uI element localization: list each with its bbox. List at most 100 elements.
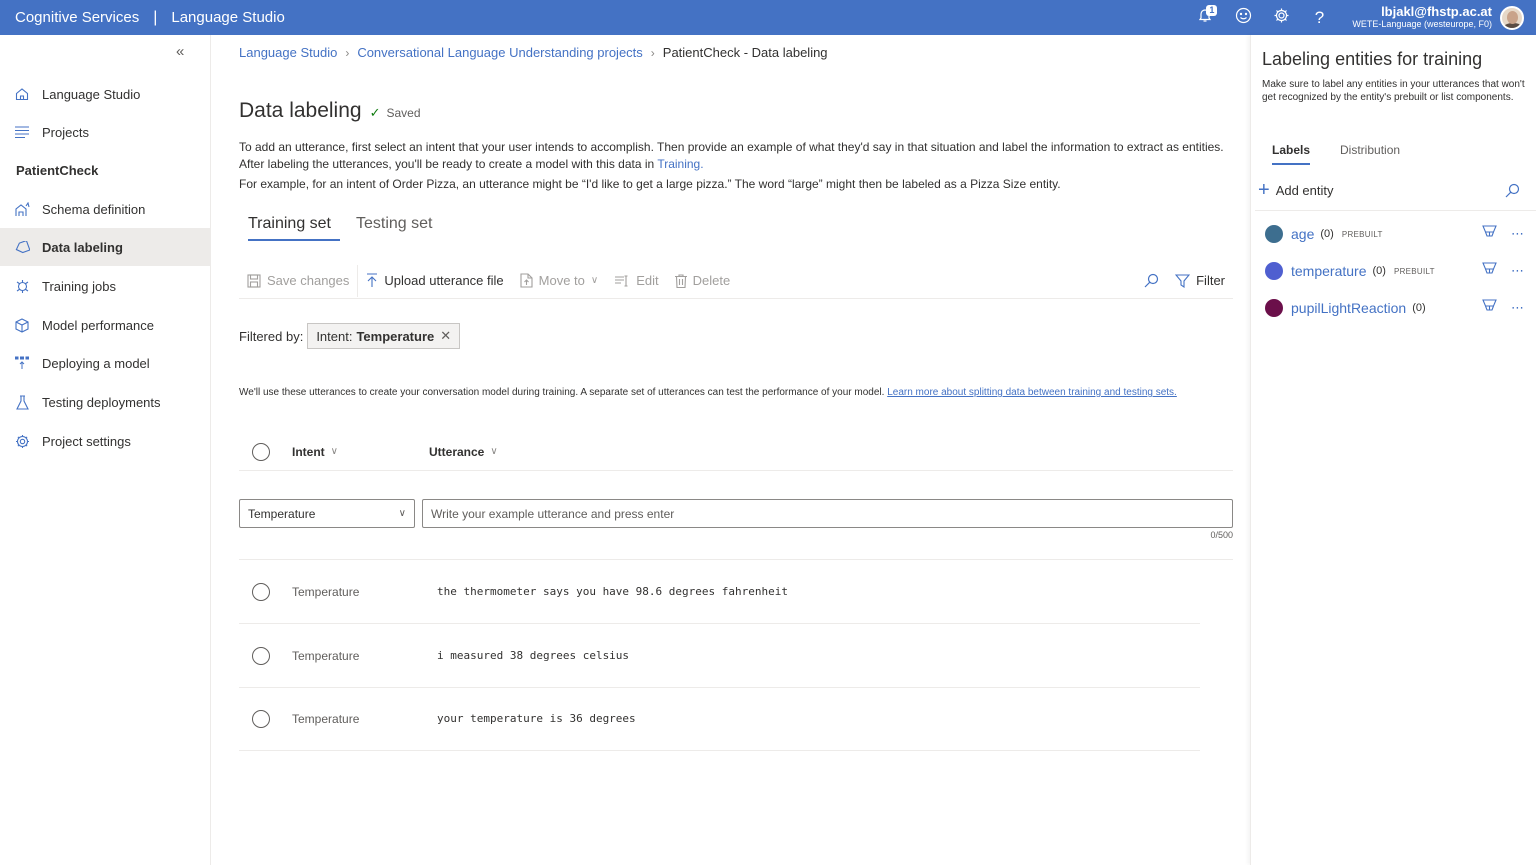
- save-changes-label: Save changes: [267, 273, 350, 288]
- sidebar-item-training-jobs[interactable]: Training jobs: [0, 267, 210, 305]
- entity-name[interactable]: temperature: [1291, 263, 1366, 279]
- edit-icon: [614, 274, 630, 287]
- entity-color-swatch: [1265, 225, 1283, 243]
- sidebar-item-label: Data labeling: [42, 239, 123, 255]
- tag-icon: [14, 240, 30, 254]
- table-row[interactable]: Temperature the thermometer says you hav…: [239, 560, 1200, 624]
- sidebar-item-language-studio[interactable]: Language Studio: [0, 75, 210, 113]
- tab-training-set[interactable]: Training set: [239, 213, 340, 241]
- filter-summary: Filtered by: Intent: Temperature ✕: [239, 323, 461, 349]
- filtered-by-label: Filtered by:: [239, 328, 304, 344]
- sidebar-item-label: Language Studio: [42, 86, 141, 102]
- move-to-button[interactable]: Move to ∨: [512, 265, 607, 297]
- filter-chip[interactable]: Intent: Temperature ✕: [307, 323, 461, 349]
- deploy-icon: [14, 356, 30, 370]
- row-utterance[interactable]: i measured 38 degrees celsius: [437, 649, 629, 662]
- upload-label: Upload utterance file: [384, 273, 504, 288]
- gear-icon: [1273, 7, 1290, 29]
- more-options-icon[interactable]: ⋯: [1511, 263, 1525, 279]
- entity-item[interactable]: pupilLightReaction (0) ⋯: [1265, 296, 1525, 320]
- row-select-radio[interactable]: [252, 646, 270, 665]
- entity-tag: PREBUILT: [1341, 229, 1383, 239]
- save-changes-button[interactable]: Save changes: [239, 265, 357, 297]
- cube-icon: [14, 317, 30, 333]
- panel-tabs: Labels Distribution: [1262, 141, 1420, 165]
- sidebar-item-model-performance[interactable]: Model performance: [0, 306, 210, 344]
- add-entity-button[interactable]: + Add entity: [1258, 179, 1334, 201]
- table-row[interactable]: Temperature i measured 38 degrees celsiu…: [239, 624, 1200, 688]
- cart-icon[interactable]: [1482, 225, 1497, 243]
- training-link[interactable]: Training.: [657, 157, 703, 171]
- entity-name[interactable]: age: [1291, 226, 1314, 242]
- column-header-intent[interactable]: Intent ∨: [292, 445, 338, 459]
- upload-utterance-file-button[interactable]: Upload utterance file: [358, 265, 511, 297]
- column-header-utterance[interactable]: Utterance ∨: [429, 445, 498, 459]
- chevron-right-icon: ›: [345, 45, 350, 60]
- schema-icon: [14, 201, 30, 217]
- help-icon: ?: [1314, 7, 1325, 27]
- sidebar-item-schema-definition[interactable]: Schema definition: [0, 190, 210, 228]
- sidebar-item-label: Testing deployments: [42, 394, 161, 410]
- utterance-input[interactable]: [422, 499, 1233, 528]
- delete-button[interactable]: Delete: [667, 265, 739, 297]
- save-status-text: Saved: [386, 106, 421, 120]
- filter-chip-value: Temperature: [356, 328, 435, 344]
- list-icon: [14, 126, 30, 138]
- breadcrumb-language-studio[interactable]: Language Studio: [239, 45, 337, 60]
- search-icon[interactable]: [1505, 183, 1520, 203]
- row-select-radio[interactable]: [252, 709, 270, 728]
- tab-distribution[interactable]: Distribution: [1330, 141, 1410, 165]
- cart-icon[interactable]: [1482, 262, 1497, 280]
- brand-name[interactable]: Cognitive Services: [15, 9, 139, 26]
- more-options-icon[interactable]: ⋯: [1511, 226, 1525, 242]
- entity-count: (0): [1320, 228, 1334, 240]
- sidebar-item-testing-deployments[interactable]: Testing deployments: [0, 383, 210, 421]
- row-utterance[interactable]: the thermometer says you have 98.6 degre…: [437, 585, 788, 598]
- notifications-button[interactable]: 1: [1186, 0, 1224, 35]
- select-all-radio[interactable]: [252, 442, 270, 461]
- sidebar-item-project-settings[interactable]: Project settings: [0, 422, 210, 460]
- search-button[interactable]: [1136, 265, 1167, 297]
- character-counter: 0/500: [1210, 530, 1233, 540]
- entity-name[interactable]: pupilLightReaction: [1291, 300, 1406, 316]
- checkmark-icon: ✓: [369, 105, 381, 120]
- user-account[interactable]: lbjakl@fhstp.ac.at WETE-Language (westeu…: [1352, 5, 1492, 31]
- intent-dropdown[interactable]: Temperature ∨: [239, 499, 415, 528]
- breadcrumb-clu-projects[interactable]: Conversational Language Understanding pr…: [357, 45, 642, 60]
- plus-icon: +: [1258, 179, 1270, 201]
- tab-labels[interactable]: Labels: [1262, 141, 1320, 165]
- help-button[interactable]: ?: [1300, 0, 1338, 35]
- table-header: Intent ∨ Utterance ∨: [239, 433, 1233, 471]
- feedback-button[interactable]: [1224, 0, 1262, 35]
- filter-chip-key: Intent:: [316, 328, 353, 344]
- filter-button[interactable]: Filter: [1167, 265, 1233, 297]
- chevron-down-icon: ∨: [590, 275, 599, 286]
- search-icon: [1144, 273, 1159, 288]
- sidebar-item-label: Projects: [42, 124, 89, 140]
- add-entity-label: Add entity: [1275, 182, 1334, 198]
- entity-item[interactable]: age (0) PREBUILT ⋯: [1265, 222, 1525, 246]
- chevron-down-icon: ∨: [490, 446, 498, 457]
- chevron-down-icon: ∨: [330, 446, 338, 457]
- learn-more-link[interactable]: Learn more about splitting data between …: [887, 387, 1177, 398]
- avatar[interactable]: [1500, 5, 1524, 30]
- entity-color-swatch: [1265, 262, 1283, 280]
- tab-testing-set[interactable]: Testing set: [347, 213, 441, 241]
- close-icon[interactable]: ✕: [440, 328, 451, 344]
- entity-item[interactable]: temperature (0) PREBUILT ⋯: [1265, 259, 1525, 283]
- more-options-icon[interactable]: ⋯: [1511, 300, 1525, 316]
- row-utterance[interactable]: your temperature is 36 degrees: [437, 712, 636, 725]
- row-select-radio[interactable]: [252, 582, 270, 601]
- double-chevron-left-icon[interactable]: «: [176, 43, 184, 60]
- gear-icon: [14, 434, 30, 449]
- edit-button[interactable]: Edit: [606, 265, 666, 297]
- cart-icon[interactable]: [1482, 299, 1497, 317]
- sidebar-item-deploying-a-model[interactable]: Deploying a model: [0, 344, 210, 382]
- sidebar-item-data-labeling[interactable]: Data labeling: [0, 228, 210, 266]
- intent-dropdown-value: Temperature: [248, 506, 316, 521]
- sidebar-item-projects[interactable]: Projects: [0, 113, 210, 151]
- table-row[interactable]: Temperature your temperature is 36 degre…: [239, 687, 1200, 751]
- settings-button[interactable]: [1262, 0, 1300, 35]
- product-name[interactable]: Language Studio: [171, 9, 284, 26]
- upload-icon: [366, 273, 378, 288]
